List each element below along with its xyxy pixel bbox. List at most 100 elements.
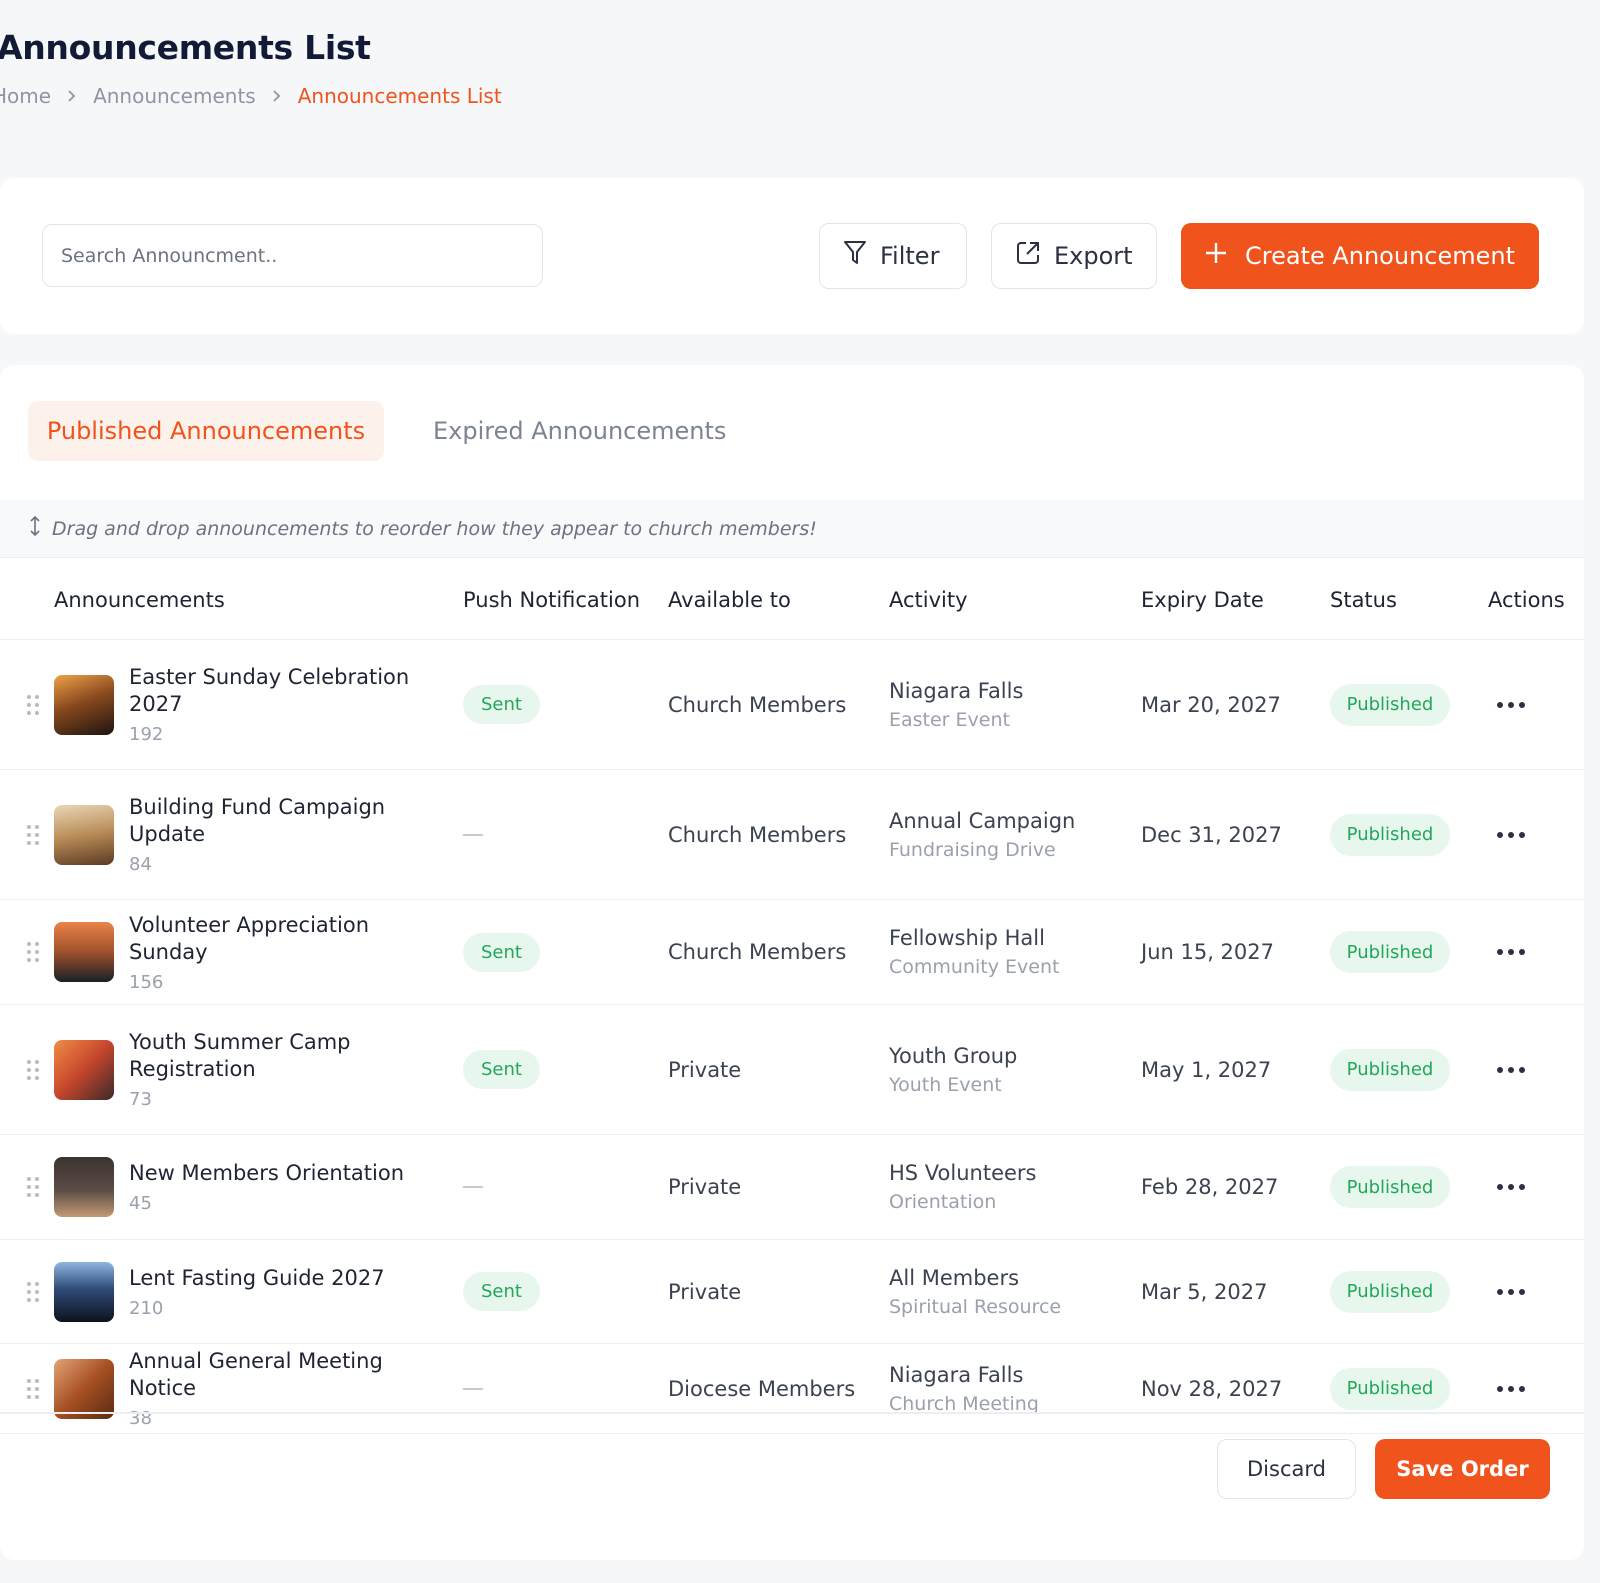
activity-name: Fellowship Hall (889, 926, 1045, 950)
more-actions-icon[interactable] (1496, 640, 1526, 769)
chevron-right-icon (272, 89, 282, 103)
push-sent-badge: Sent (463, 1272, 540, 1311)
table-row[interactable]: Building Fund Campaign Update 84 Church Me… (0, 770, 1584, 900)
drag-handle-icon[interactable] (26, 1135, 40, 1239)
drag-handle-icon[interactable] (26, 1240, 40, 1343)
push-empty-dash (463, 1387, 483, 1390)
search-box (42, 224, 543, 287)
breadcrumb-announcements[interactable]: Announcements (93, 84, 256, 108)
table-row[interactable]: Annual General Meeting Notice 38 Diocese M… (0, 1344, 1584, 1434)
filter-button[interactable]: Filter (819, 223, 967, 289)
available-to-cell: Private (668, 1279, 742, 1304)
available-to-cell: Private (668, 1175, 742, 1199)
announcement-title[interactable]: Lent Fasting Guide 2027 (129, 1265, 385, 1292)
push-notification-cell: Sent (463, 1240, 540, 1343)
announcement-count: 73 (129, 1089, 152, 1110)
announcement-thumbnail (54, 1358, 114, 1419)
activity-type: Community Event (889, 956, 1060, 978)
activity-type: Easter Event (889, 708, 1010, 731)
announcement-title[interactable]: Easter Sunday Celebration 2027 (129, 664, 449, 718)
column-expiry-date: Expiry Date (1141, 588, 1264, 612)
announcement-title[interactable]: New Members Orientation (129, 1160, 404, 1187)
more-actions-icon[interactable] (1496, 1344, 1526, 1433)
announcement-thumbnail (54, 804, 114, 865)
more-actions-icon[interactable] (1496, 900, 1526, 1004)
push-empty-dash (463, 833, 483, 836)
announcement-title[interactable]: Annual General Meeting Notice (129, 1348, 449, 1402)
search-input[interactable] (61, 244, 542, 267)
expiry-date-cell: Nov 28, 2027 (1141, 1376, 1283, 1401)
announcement-title[interactable]: Youth Summer Camp Registration (129, 1029, 449, 1083)
drag-handle-icon[interactable] (26, 1005, 40, 1134)
discard-button[interactable]: Discard (1217, 1439, 1356, 1499)
filter-icon (842, 239, 868, 273)
activity-cell: HS Volunteers Orientation (889, 1135, 1036, 1239)
status-cell: Published (1330, 900, 1450, 1004)
expiry-date-cell: Dec 31, 2027 (1141, 822, 1282, 847)
available-to-cell: Private (668, 1057, 742, 1082)
column-available-to: Available to (668, 588, 791, 612)
push-sent-badge: Sent (463, 932, 540, 972)
announcement-count: 156 (129, 971, 164, 993)
reorder-hint-text: Drag and drop announcements to reorder h… (52, 517, 817, 540)
save-order-button[interactable]: Save Order (1375, 1439, 1550, 1499)
status-badge: Published (1330, 931, 1450, 973)
push-notification-cell: Sent (463, 1005, 540, 1134)
create-announcement-label: Create Announcement (1244, 242, 1516, 270)
announcement-count: 84 (129, 854, 152, 875)
drag-handle-icon[interactable] (26, 770, 40, 899)
table-row[interactable]: Youth Summer Camp Registration 73 Sent Priv… (0, 1005, 1584, 1135)
more-actions-icon[interactable] (1496, 1005, 1526, 1134)
expiry-date-cell: Mar 20, 2027 (1141, 692, 1281, 717)
announcement-info: Easter Sunday Celebration 2027 192 (129, 640, 449, 769)
push-notification-cell: Sent (463, 640, 540, 769)
announcement-info: Lent Fasting Guide 2027 210 (129, 1240, 449, 1343)
tab-expired[interactable]: Expired Announcements (433, 401, 726, 461)
push-notification-cell (463, 1344, 483, 1433)
available-to-cell: Church Members (668, 822, 847, 847)
column-status: Status (1330, 588, 1397, 612)
table-row[interactable]: Volunteer Appreciation Sunday 156 Sent Chur… (0, 900, 1584, 1005)
activity-name: All Members (889, 1265, 1020, 1290)
status-badge: Published (1330, 813, 1450, 856)
status-cell: Published (1330, 1005, 1450, 1134)
activity-type: Spiritual Resource (889, 1295, 1062, 1318)
table-row[interactable]: New Members Orientation 45 Private HS Volun… (0, 1135, 1584, 1240)
activity-cell: Annual Campaign Fundraising Drive (889, 770, 1075, 899)
drag-handle-icon[interactable] (26, 900, 40, 1004)
plus-icon (1205, 242, 1227, 270)
announcements-card: Published Announcements Expired Announce… (0, 365, 1584, 1560)
push-empty-dash (463, 1186, 483, 1188)
drag-handle-icon[interactable] (26, 1344, 40, 1433)
more-actions-icon[interactable] (1496, 1135, 1526, 1239)
announcements-page: Announcements List Home Announcements An… (0, 0, 1600, 1583)
activity-name: HS Volunteers (889, 1161, 1037, 1185)
status-badge: Published (1330, 1048, 1450, 1091)
create-announcement-button[interactable]: Create Announcement (1181, 223, 1539, 289)
export-icon (1014, 239, 1042, 273)
announcement-info: Youth Summer Camp Registration 73 (129, 1005, 449, 1134)
export-button[interactable]: Export (991, 223, 1157, 289)
announcement-thumbnail (54, 922, 114, 982)
available-to-cell: Diocese Members (668, 1376, 856, 1401)
footer-divider (0, 1412, 1584, 1414)
status-cell: Published (1330, 1135, 1450, 1239)
table-header: Announcements Push Notification Availabl… (0, 560, 1584, 640)
more-actions-icon[interactable] (1496, 770, 1526, 899)
table-row[interactable]: Lent Fasting Guide 2027 210 Sent Private All… (0, 1240, 1584, 1344)
push-sent-badge: Sent (463, 685, 540, 724)
announcement-title[interactable]: Building Fund Campaign Update (129, 794, 449, 848)
table-row[interactable]: Easter Sunday Celebration 2027 192 Sent Chu… (0, 640, 1584, 770)
available-to-cell: Church Members (668, 940, 847, 964)
tab-published[interactable]: Published Announcements (28, 401, 384, 461)
status-badge: Published (1330, 1367, 1450, 1410)
breadcrumb-home[interactable]: Home (0, 84, 51, 108)
more-actions-icon[interactable] (1496, 1240, 1526, 1343)
announcement-title[interactable]: Volunteer Appreciation Sunday (129, 912, 449, 966)
status-badge: Published (1330, 1270, 1450, 1313)
announcement-info: Annual General Meeting Notice 38 (129, 1344, 449, 1433)
activity-type: Fundraising Drive (889, 838, 1056, 861)
drag-handle-icon[interactable] (26, 640, 40, 769)
announcement-thumbnail (54, 1157, 114, 1217)
vertical-arrows-icon (28, 515, 42, 542)
